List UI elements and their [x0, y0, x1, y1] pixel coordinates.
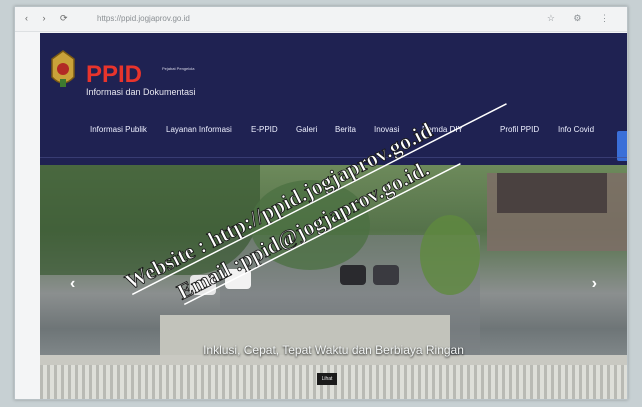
menu-item-layanan-informasi[interactable]: Layanan Informasi	[166, 125, 232, 134]
menu-item-inovasi[interactable]: Inovasi	[374, 125, 399, 134]
menu-item-berita[interactable]: Berita	[335, 125, 356, 134]
hero-palm	[420, 215, 480, 295]
hero-tree-center	[250, 180, 370, 270]
hero-car	[225, 269, 251, 289]
browser-tools-icons[interactable]: ☆ ⚙ ⋮	[547, 13, 617, 24]
menu-item-galeri[interactable]: Galeri	[296, 125, 317, 134]
menu-divider	[40, 157, 627, 158]
menu-item-profil-ppid[interactable]: Profil PPID	[500, 125, 539, 134]
screenshot-frame: ‹ › ⟳ https://ppid.jogjaprov.go.id ☆ ⚙ ⋮…	[14, 6, 628, 400]
carousel-next-icon[interactable]: ›	[592, 275, 597, 293]
menu-item-pemda-diy[interactable]: Pemda DIY	[422, 125, 463, 134]
brand-small-text: Pejabat Pengelola	[162, 66, 195, 71]
hero-car	[190, 275, 216, 295]
address-bar[interactable]: https://ppid.jogjaprov.go.id	[97, 14, 190, 23]
hero-car	[373, 265, 399, 285]
hero-trees-left	[40, 165, 260, 275]
hero-banner: ‹ › Inklusi, Cepat, Tepat Waktu dan Berb…	[40, 165, 627, 399]
brand-title: PPID	[86, 61, 143, 88]
carousel-prev-icon[interactable]: ‹	[70, 275, 75, 293]
main-menu: Informasi Publik Layanan Informasi E-PPI…	[90, 125, 627, 139]
crest-logo-icon	[51, 50, 75, 87]
browser-nav-buttons[interactable]: ‹ › ⟳	[25, 13, 74, 24]
website-viewport: PPID Pejabat Pengelola Informasi dan Dok…	[40, 33, 627, 399]
hero-view-button[interactable]: Lihat	[317, 373, 337, 385]
hero-roof	[497, 173, 607, 213]
menu-item-e-ppid[interactable]: E-PPID	[251, 125, 278, 134]
hero-caption: Inklusi, Cepat, Tepat Waktu dan Berbiaya…	[203, 343, 464, 357]
browser-toolbar: ‹ › ⟳ https://ppid.jogjaprov.go.id ☆ ⚙ ⋮	[15, 7, 627, 32]
brand-subtitle: Informasi dan Dokumentasi	[86, 87, 196, 97]
menu-item-info-covid[interactable]: Info Covid	[558, 125, 594, 134]
menu-item-informasi-publik[interactable]: Informasi Publik	[90, 125, 147, 134]
hero-car	[340, 265, 366, 285]
